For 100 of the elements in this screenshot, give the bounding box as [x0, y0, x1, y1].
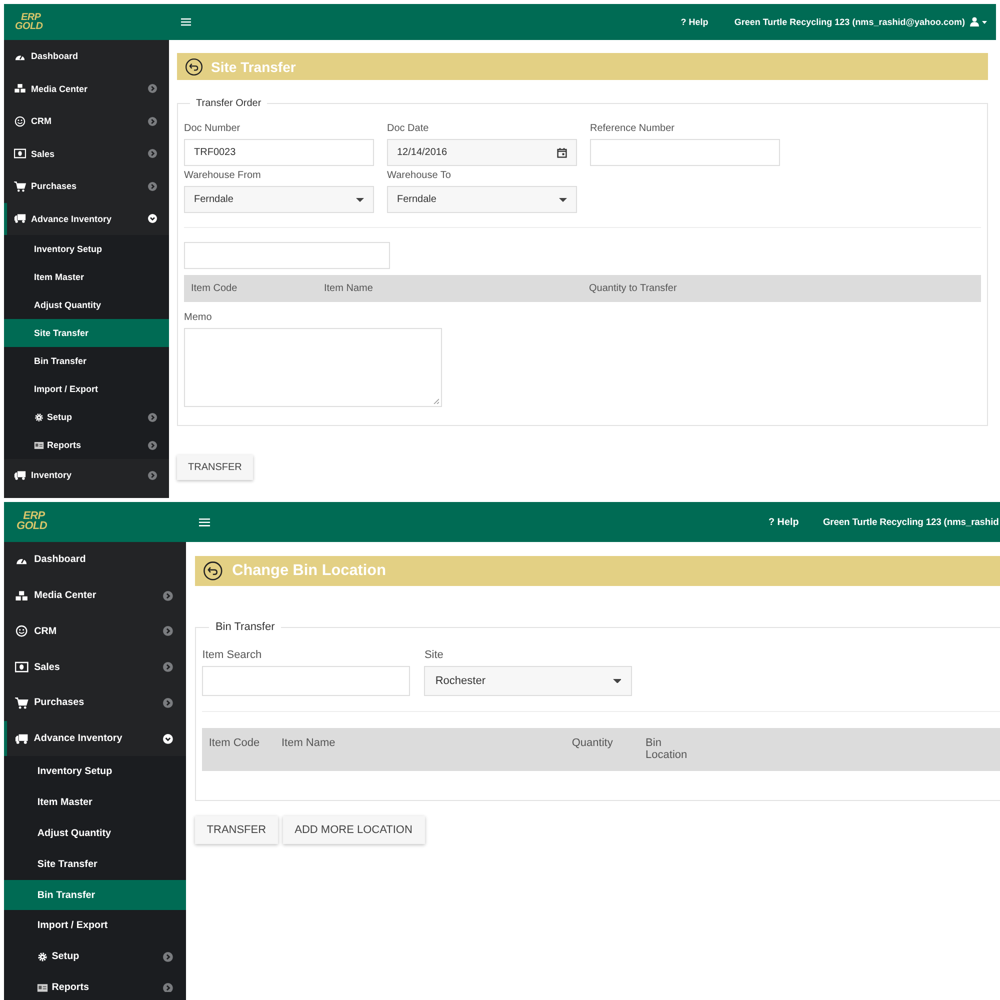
sidebar-item[interactable]: Purchases: [4, 170, 169, 202]
section-legend: Bin Transfer: [208, 621, 282, 634]
search-field[interactable]: [202, 666, 410, 696]
sidebar-subitem[interactable]: Item Master: [4, 263, 169, 291]
truck-icon: [15, 732, 28, 745]
sidebar-item[interactable]: Purchases: [4, 684, 186, 721]
help-link[interactable]: ? Help: [680, 17, 708, 27]
menu-icon[interactable]: [199, 518, 210, 527]
search-field[interactable]: [184, 242, 390, 269]
account-name[interactable]: Green Turtle Recycling 123 (nms_rashid@yahoo.com): [734, 17, 965, 27]
chevron-right-icon[interactable]: [148, 149, 157, 158]
field-label: Memo: [184, 312, 213, 323]
action-button[interactable]: TRANSFER: [194, 816, 278, 844]
column-header: Item Code: [208, 737, 261, 752]
field-label: Doc Number: [184, 123, 242, 134]
date-field[interactable]: 12/14/2016: [387, 139, 577, 166]
chevron-down-icon[interactable]: [148, 214, 157, 224]
calendar-icon[interactable]: [557, 148, 567, 158]
sidebar-item[interactable]: Sales: [4, 649, 186, 685]
sidebar-item[interactable]: Dashboard: [4, 40, 169, 72]
sidebar-subitem[interactable]: Item Master: [4, 787, 186, 818]
caret-icon: [612, 678, 622, 684]
sidebar-subitem[interactable]: Inventory Setup: [4, 235, 169, 263]
sidebar-subitem[interactable]: Import / Export: [4, 375, 169, 403]
cart-icon: [15, 696, 29, 709]
field-label: Doc Date: [387, 123, 430, 134]
sidebar-item[interactable]: Media Center: [4, 72, 169, 105]
smiley-icon: [14, 116, 26, 127]
menu-icon[interactable]: [181, 18, 191, 26]
truck-icon: [14, 213, 26, 224]
sidebar-subitem[interactable]: Reports: [4, 431, 169, 459]
account-name[interactable]: Green Turtle Recycling 123 (nms_rashid: [822, 516, 999, 528]
field-label: Reference Number: [590, 123, 676, 134]
action-button[interactable]: ADD MORE LOCATION: [282, 816, 424, 844]
sidebar-subitem[interactable]: Site Transfer: [4, 319, 169, 347]
column-header: Bin Location: [646, 737, 688, 762]
action-button[interactable]: TRANSFER: [177, 455, 253, 480]
sidebar-subitem[interactable]: Site Transfer: [4, 848, 186, 880]
cubes-icon: [14, 83, 26, 94]
memo-field[interactable]: [184, 328, 442, 407]
chevron-right-icon[interactable]: [148, 440, 157, 450]
help-link[interactable]: ? Help: [768, 516, 799, 528]
sidebar-item[interactable]: CRM: [4, 105, 169, 138]
column-header: Item Name: [324, 283, 374, 294]
text-field[interactable]: TRF0023: [184, 139, 374, 166]
resize-grip-icon[interactable]: [433, 398, 439, 404]
text-field[interactable]: [590, 139, 780, 166]
column-header: Quantity: [572, 737, 614, 752]
sidebar-item[interactable]: Inventory: [4, 459, 169, 492]
gear-icon: [37, 952, 48, 962]
chevron-right-icon[interactable]: [148, 182, 157, 191]
sidebar-subitem[interactable]: Setup: [4, 941, 186, 972]
sidebar-subitem[interactable]: Bin Transfer: [4, 347, 169, 375]
sidebar-item[interactable]: Media Center: [4, 578, 186, 614]
sidebar-subitem[interactable]: Adjust Quantity: [4, 818, 186, 849]
sidebar-subitem[interactable]: Reports: [4, 972, 186, 1000]
field-label: Site: [424, 648, 444, 661]
dropdown[interactable]: Rochester: [424, 666, 632, 696]
chevron-right-icon[interactable]: [162, 982, 173, 992]
field-label: Warehouse From: [184, 170, 262, 181]
dropdown[interactable]: Ferndale: [387, 186, 577, 213]
chevron-right-icon[interactable]: [162, 626, 173, 636]
chevron-right-icon[interactable]: [162, 590, 173, 601]
chevron-right-icon[interactable]: [162, 952, 173, 962]
chevron-right-icon[interactable]: [148, 84, 157, 94]
id-card-icon: [37, 982, 48, 992]
sidebar-item[interactable]: Sales: [4, 138, 169, 170]
caret-icon: [356, 198, 364, 202]
chevron-right-icon[interactable]: [148, 116, 157, 126]
section-legend: Transfer Order: [190, 98, 268, 109]
smiley-icon: [15, 625, 29, 638]
sidebar-subitem[interactable]: Setup: [4, 403, 169, 431]
gear-icon: [34, 412, 44, 422]
sidebar-subitem[interactable]: Import / Export: [4, 910, 186, 942]
column-header: Quantity to Transfer: [589, 283, 678, 294]
sidebar-item[interactable]: CRM: [4, 613, 186, 650]
sidebar-subitem[interactable]: Inventory Setup: [4, 756, 186, 788]
field-label: Item Search: [202, 648, 263, 661]
cubes-icon: [15, 590, 29, 602]
chevron-down-icon[interactable]: [162, 734, 173, 744]
user-caret-icon[interactable]: [970, 17, 988, 27]
chevron-right-icon[interactable]: [162, 698, 173, 708]
sidebar-subitem[interactable]: Adjust Quantity: [4, 291, 169, 319]
page-title: Site Transfer: [211, 58, 296, 74]
chevron-right-icon[interactable]: [148, 470, 157, 480]
banknote-icon: [15, 661, 29, 674]
page-title: Change Bin Location: [232, 562, 386, 580]
column-header: Item Code: [191, 283, 238, 294]
logo: ERP GOLD: [15, 512, 48, 532]
sidebar-item[interactable]: Dashboard: [4, 542, 186, 578]
column-header: Item Name: [281, 737, 336, 752]
chevron-right-icon[interactable]: [148, 412, 157, 422]
back-icon[interactable]: [203, 561, 224, 582]
field-label: Warehouse To: [387, 170, 452, 181]
caret-icon: [559, 198, 567, 202]
banknote-icon: [14, 148, 26, 160]
chevron-right-icon[interactable]: [162, 662, 173, 672]
sidebar-subitem[interactable]: Bin Transfer: [4, 880, 186, 910]
back-icon[interactable]: [185, 58, 203, 76]
dropdown[interactable]: Ferndale: [184, 186, 374, 213]
